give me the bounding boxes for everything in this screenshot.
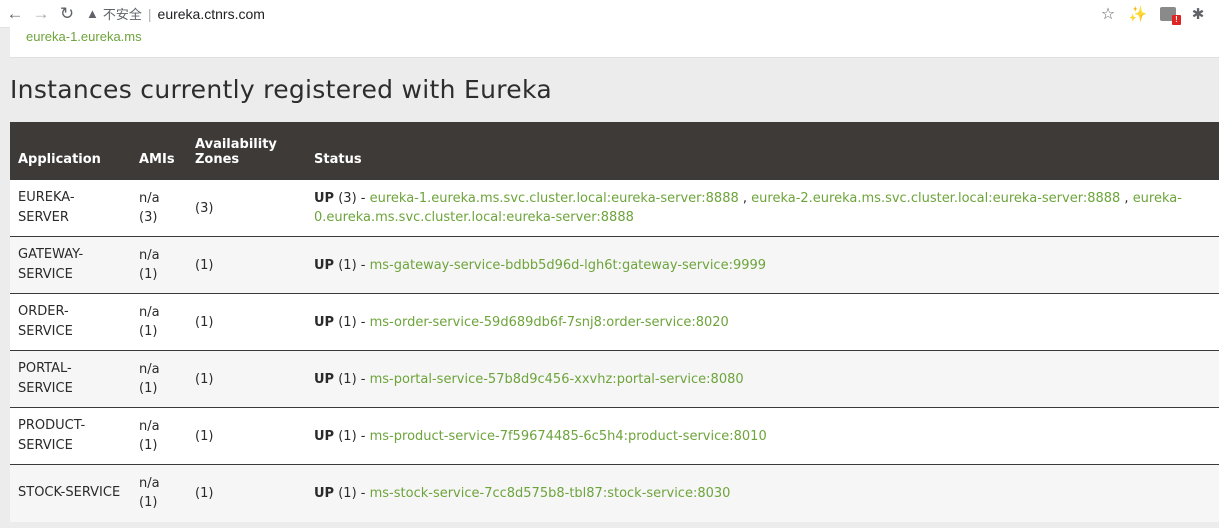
application-name: GATEWAY-SERVICE bbox=[10, 236, 131, 294]
status-cell: UP (3) - eureka-1.eureka.ms.svc.cluster.… bbox=[306, 179, 1219, 237]
status-cell: UP (1) - ms-portal-service-57b8d9c456-xx… bbox=[306, 350, 1219, 408]
availability-zones-cell: (1) bbox=[187, 407, 306, 465]
instance-count: (1) bbox=[338, 371, 357, 387]
instance-count: (1) bbox=[338, 314, 357, 330]
status-cell: UP (1) - ms-product-service-7f59674485-6… bbox=[306, 407, 1219, 465]
instance-link[interactable]: eureka-2.eureka.ms.svc.cluster.local:eur… bbox=[751, 191, 1120, 206]
table-row: PORTAL-SERVICE n/a (1) (1) UP (1) - ms-porta… bbox=[10, 350, 1219, 408]
header-availability-zones: Availability Zones bbox=[187, 122, 306, 180]
header-amis: AMIs bbox=[131, 122, 187, 180]
amis-count: (1) bbox=[139, 267, 158, 282]
amis-value: n/a bbox=[139, 476, 160, 492]
status-badge: UP bbox=[314, 485, 335, 501]
warning-icon: ▲ bbox=[86, 6, 99, 21]
url-text: eureka.ctnrs.com bbox=[157, 5, 265, 22]
amis-value: n/a bbox=[139, 248, 160, 263]
amis-value: n/a bbox=[139, 305, 160, 320]
header-status: Status bbox=[306, 122, 1219, 180]
amis-cell: n/a (1) bbox=[131, 236, 187, 294]
instance-count: (3) bbox=[338, 191, 357, 206]
address-separator: | bbox=[147, 5, 152, 22]
status-badge: UP bbox=[314, 314, 335, 330]
table-row: ORDER-SERVICE n/a (1) (1) UP (1) - ms-order-… bbox=[10, 293, 1219, 351]
reload-icon: ↻ bbox=[59, 3, 75, 23]
status-badge: UP bbox=[314, 257, 335, 273]
forward-button[interactable]: → bbox=[28, 1, 54, 27]
replica-link[interactable]: eureka-1.eureka.ms bbox=[26, 29, 142, 44]
status-cell: UP (1) - ms-gateway-service-bdbb5d96d-lg… bbox=[306, 236, 1219, 294]
amis-value: n/a bbox=[139, 419, 160, 434]
extensions-button[interactable]: ✱ bbox=[1183, 1, 1213, 27]
application-name: EUREKA-SERVER bbox=[10, 179, 131, 237]
instance-link[interactable]: ms-portal-service-57b8d9c456-xxvhz:porta… bbox=[370, 372, 744, 387]
extension-bird-button[interactable]: ✨ bbox=[1123, 1, 1153, 27]
bookmark-star-button[interactable]: ☆ bbox=[1093, 1, 1123, 27]
availability-zones-cell: (1) bbox=[187, 464, 306, 522]
application-name: PORTAL-SERVICE bbox=[10, 350, 131, 408]
back-button[interactable]: ← bbox=[2, 1, 28, 27]
application-name: PRODUCT-SERVICE bbox=[10, 407, 131, 465]
table-header-row: Application AMIs Availability Zones Stat… bbox=[10, 122, 1219, 180]
table-body: EUREKA-SERVER n/a (3) (3) UP (3) - eureka-1.… bbox=[10, 179, 1219, 522]
amis-count: (1) bbox=[139, 495, 158, 511]
status-cell: UP (1) - ms-stock-service-7cc8d575b8-tbl… bbox=[306, 464, 1219, 522]
status-cell: UP (1) - ms-order-service-59d689db6f-7sn… bbox=[306, 293, 1219, 351]
instance-link[interactable]: ms-product-service-7f59674485-6c5h4:prod… bbox=[370, 429, 767, 444]
header-application: Application bbox=[10, 122, 131, 180]
star-icon: ☆ bbox=[1100, 5, 1116, 23]
application-name: ORDER-SERVICE bbox=[10, 293, 131, 351]
availability-zones-cell: (1) bbox=[187, 350, 306, 408]
instance-link[interactable]: eureka-1.eureka.ms.svc.cluster.local:eur… bbox=[370, 191, 739, 206]
amis-count: (1) bbox=[139, 324, 158, 339]
instance-count: (1) bbox=[338, 428, 357, 444]
address-bar[interactable]: ▲ 不安全 | eureka.ctnrs.com bbox=[86, 0, 265, 27]
instance-count: (1) bbox=[338, 257, 357, 273]
amis-cell: n/a (1) bbox=[131, 293, 187, 351]
table-row: GATEWAY-SERVICE n/a (1) (1) UP (1) - ms-gate… bbox=[10, 236, 1219, 294]
amis-value: n/a bbox=[139, 191, 160, 206]
browser-toolbar: ← → ↻ ▲ 不安全 | eureka.ctnrs.com ☆ ✨ ! ✱ bbox=[0, 0, 1219, 28]
instance-link[interactable]: ms-stock-service-7cc8d575b8-tbl87:stock-… bbox=[370, 486, 731, 501]
instance-count: (1) bbox=[338, 485, 357, 501]
arrow-right-icon: → bbox=[32, 3, 50, 23]
amis-count: (1) bbox=[139, 381, 158, 396]
amis-cell: n/a (1) bbox=[131, 407, 187, 465]
extension-icon: ! bbox=[1160, 6, 1181, 25]
amis-cell: n/a (1) bbox=[131, 464, 187, 522]
instances-table: Application AMIs Availability Zones Stat… bbox=[10, 122, 1219, 522]
status-badge: UP bbox=[314, 191, 335, 206]
bird-icon: ✨ bbox=[1128, 5, 1148, 23]
extension-badge-button[interactable]: ! bbox=[1153, 1, 1183, 27]
page-title: Instances currently registered with Eure… bbox=[10, 75, 552, 104]
availability-zones-cell: (1) bbox=[187, 236, 306, 294]
amis-value: n/a bbox=[139, 362, 160, 377]
info-panel: eureka-1.eureka.ms bbox=[10, 27, 1219, 58]
instance-link[interactable]: ms-order-service-59d689db6f-7snj8:order-… bbox=[370, 315, 729, 330]
arrow-left-icon: ← bbox=[6, 3, 24, 23]
amis-count: (1) bbox=[139, 438, 158, 453]
status-badge: UP bbox=[314, 428, 335, 444]
amis-count: (3) bbox=[139, 210, 158, 225]
insecure-label: 不安全 bbox=[102, 7, 142, 22]
puzzle-icon: ✱ bbox=[1191, 5, 1205, 23]
table-row: EUREKA-SERVER n/a (3) (3) UP (3) - eureka-1.… bbox=[10, 179, 1219, 237]
amis-cell: n/a (1) bbox=[131, 350, 187, 408]
instance-link[interactable]: ms-gateway-service-bdbb5d96d-lgh6t:gatew… bbox=[370, 258, 766, 273]
alert-badge-icon: ! bbox=[1172, 14, 1181, 25]
application-name: STOCK-SERVICE bbox=[10, 464, 131, 522]
table-row: STOCK-SERVICE n/a (1) (1) UP (1) - ms-stock-… bbox=[10, 464, 1219, 522]
table-row: PRODUCT-SERVICE n/a (1) (1) UP (1) - ms-prod… bbox=[10, 407, 1219, 465]
availability-zones-cell: (3) bbox=[187, 179, 306, 237]
availability-zones-cell: (1) bbox=[187, 293, 306, 351]
status-badge: UP bbox=[314, 371, 335, 387]
reload-button[interactable]: ↻ bbox=[54, 1, 80, 27]
amis-cell: n/a (3) bbox=[131, 179, 187, 237]
